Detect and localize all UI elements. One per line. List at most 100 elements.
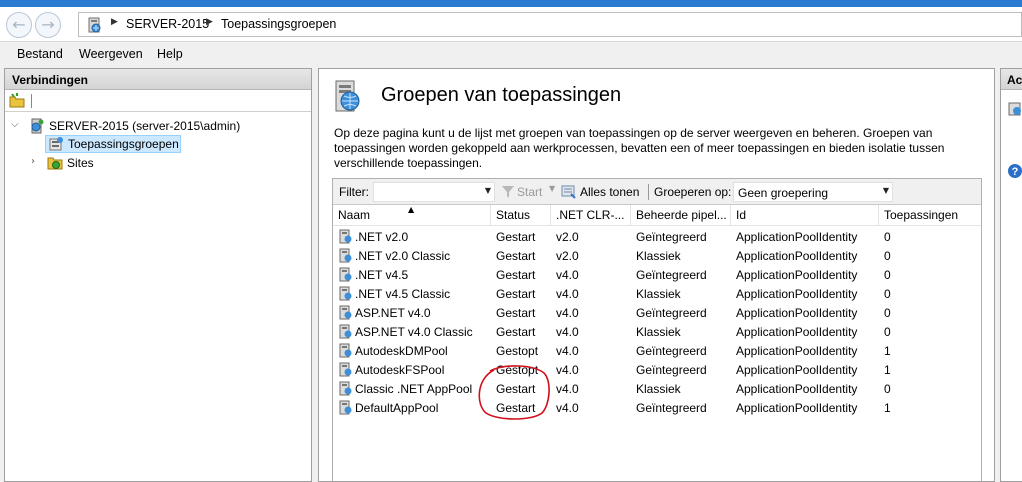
menu-bestand[interactable]: Bestand xyxy=(17,47,63,61)
cell-clr: v4.0 xyxy=(556,382,579,396)
cell-status: Gestart xyxy=(496,287,536,301)
tree-item-sites[interactable]: › Sites xyxy=(31,154,131,172)
cell-pipeline: Geïntegreerd xyxy=(636,363,707,377)
server-icon xyxy=(31,118,44,134)
cell-apps: 0 xyxy=(884,249,891,263)
start-dropdown-icon[interactable]: ▼ xyxy=(549,184,555,193)
cell-id: ApplicationPoolIdentity xyxy=(736,249,858,263)
cell-name: Classic .NET AppPool xyxy=(355,382,473,396)
connections-title: Verbindingen xyxy=(5,69,311,90)
cell-name: .NET v4.5 xyxy=(355,268,409,282)
breadcrumb-item-apppools[interactable]: Toepassingsgroepen xyxy=(221,17,336,31)
column-header-pipeline[interactable]: Beheerde pipel... xyxy=(631,205,731,225)
cell-clr: v2.0 xyxy=(556,230,579,244)
cell-id: ApplicationPoolIdentity xyxy=(736,401,858,415)
breadcrumb-item-server[interactable]: SERVER-2015 xyxy=(126,17,209,31)
cell-clr: v4.0 xyxy=(556,401,579,415)
cell-name: .NET v2.0 xyxy=(355,230,409,244)
cell-apps: 0 xyxy=(884,268,891,282)
cell-name: AutodeskDMPool xyxy=(355,344,448,358)
group-by-select[interactable]: Geen groepering ▼ xyxy=(733,182,893,202)
expand-chevron-icon[interactable]: › xyxy=(31,156,35,167)
iis-server-icon xyxy=(88,17,101,33)
menu-help[interactable]: Help xyxy=(157,47,183,61)
tree-item-server[interactable]: ⌵ SERVER-2015 (server-2015\admin) xyxy=(11,117,301,135)
cell-id: ApplicationPoolIdentity xyxy=(736,382,858,396)
column-header-naam[interactable]: Naam ▲ xyxy=(333,205,491,225)
breadcrumb-separator-icon: ▶ xyxy=(111,17,118,27)
cell-apps: 0 xyxy=(884,325,891,339)
column-header-id[interactable]: Id xyxy=(731,205,879,225)
cell-pipeline: Geïntegreerd xyxy=(636,344,707,358)
add-application-pool-icon[interactable] xyxy=(1007,101,1022,117)
show-all-button[interactable]: Alles tonen xyxy=(580,185,639,199)
dropdown-arrow-icon[interactable]: ▼ xyxy=(883,186,889,195)
table-row[interactable]: .NET v2.0 Classic Gestart v2.0 Klassiek Appl… xyxy=(333,246,981,265)
address-bar: ← → ▶ SERVER-2015 ▶ Toepassingsgroepen xyxy=(0,7,1022,42)
menu-bar: Bestand Weergeven Help xyxy=(0,42,1022,66)
cell-clr: v4.0 xyxy=(556,344,579,358)
start-button[interactable]: Start xyxy=(517,185,542,199)
dropdown-arrow-icon[interactable]: ▼ xyxy=(485,186,491,195)
column-header-status[interactable]: Status xyxy=(491,205,551,225)
cell-name: .NET v4.5 Classic xyxy=(355,287,451,301)
page-description: Op deze pagina kunt u de lijst met groep… xyxy=(334,126,945,170)
cell-name: AutodeskFSPool xyxy=(355,363,445,377)
show-all-icon xyxy=(561,185,576,199)
application-pools-large-icon xyxy=(335,80,360,112)
table-row[interactable]: .NET v4.5 Gestart v4.0 Geïntegreerd Applicat… xyxy=(333,265,981,284)
cell-apps: 1 xyxy=(884,344,891,358)
back-arrow-icon: ← xyxy=(12,15,26,34)
connections-pane: Verbindingen ⌵ SERVER-2015 (server-2015\… xyxy=(4,68,312,482)
actions-title: Ac xyxy=(1001,69,1022,90)
cell-apps: 0 xyxy=(884,382,891,396)
application-pool-icon xyxy=(339,286,352,301)
toolbar-separator xyxy=(31,94,32,108)
filter-bar: Filter: ▼ Start ▼ Alles tonen Groeperen … xyxy=(333,179,981,205)
back-button[interactable]: ← xyxy=(6,12,32,38)
cell-apps: 1 xyxy=(884,363,891,377)
funnel-icon xyxy=(502,186,514,198)
menu-weergeven[interactable]: Weergeven xyxy=(79,47,143,61)
group-by-label: Groeperen op: xyxy=(654,185,732,199)
table-row[interactable]: AutodeskDMPool Gestopt v4.0 Geïntegreerd App… xyxy=(333,341,981,360)
cell-id: ApplicationPoolIdentity xyxy=(736,287,858,301)
connections-toolbar xyxy=(5,90,311,112)
cell-status: Gestart xyxy=(496,249,536,263)
page-title: Groepen van toepassingen xyxy=(381,84,622,106)
column-header-row: Naam ▲ Status .NET CLR-... Beheerde pipe… xyxy=(333,205,981,226)
red-annotation-circle xyxy=(478,365,550,420)
breadcrumb-separator-icon: ▶ xyxy=(206,17,213,27)
cell-apps: 0 xyxy=(884,306,891,320)
table-row[interactable]: ASP.NET v4.0 Gestart v4.0 Geïntegreerd Appli… xyxy=(333,303,981,322)
application-pool-icon xyxy=(339,267,352,282)
application-pool-icon xyxy=(339,248,352,263)
cell-clr: v4.0 xyxy=(556,325,579,339)
table-row[interactable]: DefaultAppPool Gestart v4.0 Geïntegreerd App… xyxy=(333,398,981,417)
table-row[interactable]: ASP.NET v4.0 Classic Gestart v4.0 Klassiek A… xyxy=(333,322,981,341)
cell-name: ASP.NET v4.0 Classic xyxy=(355,325,473,339)
cell-name: .NET v2.0 Classic xyxy=(355,249,451,263)
cell-pipeline: Klassiek xyxy=(636,287,681,301)
forward-button[interactable]: → xyxy=(35,12,61,38)
table-row[interactable]: AutodeskFSPool Gestopt v4.0 Geïntegreerd App… xyxy=(333,360,981,379)
table-row[interactable]: .NET v2.0 Gestart v2.0 Geïntegreerd Applicat… xyxy=(333,227,981,246)
filter-input[interactable]: ▼ xyxy=(373,182,495,202)
breadcrumb[interactable]: ▶ SERVER-2015 ▶ Toepassingsgroepen xyxy=(78,12,1022,37)
cell-id: ApplicationPoolIdentity xyxy=(736,306,858,320)
cell-name: DefaultAppPool xyxy=(355,401,439,415)
column-header-toepassingen[interactable]: Toepassingen xyxy=(879,205,981,225)
collapse-chevron-icon[interactable]: ⌵ xyxy=(11,119,19,130)
table-row[interactable]: .NET v4.5 Classic Gestart v4.0 Klassiek Appl… xyxy=(333,284,981,303)
cell-apps: 0 xyxy=(884,287,891,301)
column-header-clr[interactable]: .NET CLR-... xyxy=(551,205,631,225)
table-row[interactable]: Classic .NET AppPool Gestart v4.0 Klassiek A… xyxy=(333,379,981,398)
cell-status: Gestart xyxy=(496,268,536,282)
actions-pane: Ac ? xyxy=(1000,68,1022,482)
filter-label: Filter: xyxy=(339,185,369,199)
help-icon[interactable]: ? xyxy=(1007,163,1022,179)
tree-item-apppools[interactable]: Toepassingsgroepen xyxy=(45,135,181,153)
new-connection-icon[interactable] xyxy=(9,93,25,108)
cell-apps: 0 xyxy=(884,230,891,244)
application-pool-icon xyxy=(339,343,352,358)
